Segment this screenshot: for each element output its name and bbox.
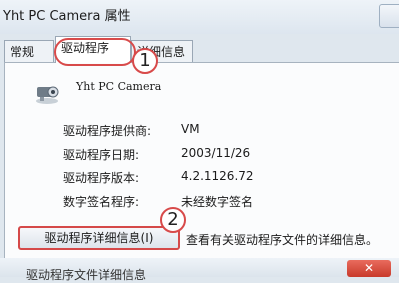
window-title-bar: Yht PC Camera 属性 [0, 0, 399, 34]
step-1-badge: 1 [132, 48, 158, 74]
tab-general[interactable]: 常规 [4, 40, 54, 62]
signature-value: 未经数字签名 [181, 195, 254, 209]
window-title: Yht PC Camera 属性 [3, 9, 131, 24]
driver-details-description: 查看有关驱动程序文件的详细信息。 [186, 233, 379, 247]
version-value: 4.2.1126.72 [181, 169, 254, 183]
driver-tab-highlight-ring [54, 38, 136, 66]
provider-label: 驱动程序提供商: [63, 124, 152, 138]
step-2-badge: 2 [160, 207, 186, 233]
driver-file-details-title: 驱动程序文件详细信息 [26, 268, 147, 282]
close-icon: ✕ [363, 261, 375, 275]
device-name: Yht PC Camera [76, 80, 162, 93]
driver-details-button[interactable]: 驱动程序详细信息(I) [18, 226, 180, 250]
driver-file-details-window: 驱动程序文件详细信息 ✕ [0, 258, 399, 282]
date-value: 2003/11/26 [181, 146, 251, 160]
provider-value: VM [181, 122, 200, 136]
camera-icon [36, 86, 59, 104]
window-control-button[interactable] [379, 4, 399, 28]
version-label: 驱动程序版本: [63, 171, 140, 185]
close-button[interactable]: ✕ [347, 260, 391, 277]
date-label: 驱动程序日期: [63, 148, 140, 162]
signature-label: 数字签名程序: [63, 195, 140, 209]
